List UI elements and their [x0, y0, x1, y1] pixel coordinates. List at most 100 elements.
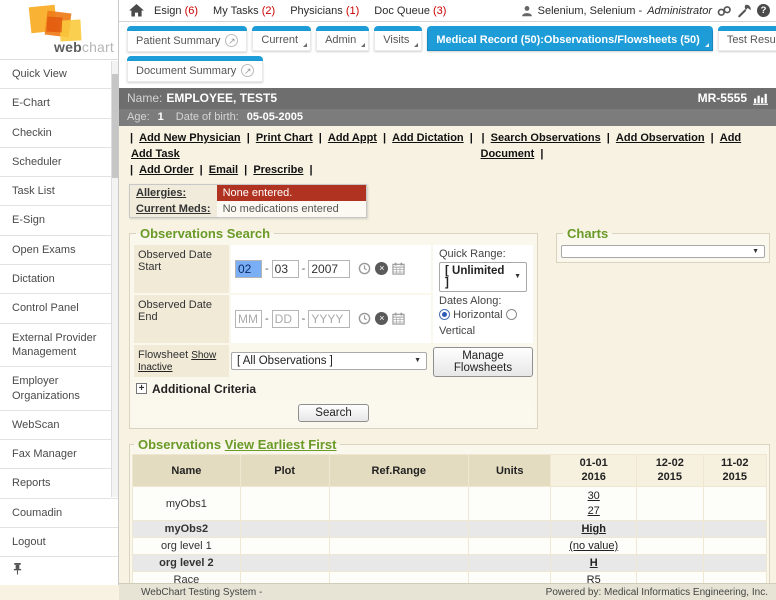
calendar-icon[interactable] [392, 312, 405, 325]
chart-graph-icon[interactable] [753, 92, 768, 105]
tab-test-results[interactable]: Test Results [718, 26, 776, 51]
allergies-link[interactable]: Allergies: [136, 187, 186, 199]
nav-item-esign[interactable]: Esign (6) [154, 5, 198, 17]
end-month-input[interactable] [235, 310, 262, 328]
clear-date-icon[interactable] [375, 262, 388, 275]
link-email[interactable]: Email [209, 164, 238, 176]
sidebar-item-task-list[interactable]: Task List [0, 177, 118, 206]
sidebar-pin-button[interactable] [0, 557, 118, 585]
clock-icon[interactable] [358, 262, 371, 275]
link-search-observations[interactable]: Search Observations [491, 132, 601, 144]
observed-date-start-inputs: - - [231, 245, 431, 293]
col-header-name: Name [133, 454, 241, 487]
sidebar-item-fax-manager[interactable]: Fax Manager [0, 440, 118, 469]
content-area: | Add New Physician | Print Chart | Add … [119, 126, 776, 583]
sidebar-item-open-exams[interactable]: Open Exams [0, 236, 118, 265]
tab-current[interactable]: Current [252, 26, 311, 51]
start-day-input[interactable] [272, 260, 299, 278]
link-add-appt[interactable]: Add Appt [328, 132, 377, 144]
calendar-icon[interactable] [392, 262, 405, 275]
sidebar-item-checkin[interactable]: Checkin [0, 119, 118, 148]
clock-icon[interactable] [358, 312, 371, 325]
sidebar-item-external-provider-management[interactable]: External Provider Management [0, 324, 118, 368]
obs-value-link[interactable]: R5 [587, 574, 601, 583]
sidebar-item-scheduler[interactable]: Scheduler [0, 148, 118, 177]
sidebar-item-reports[interactable]: Reports [0, 469, 118, 498]
additional-criteria-toggle[interactable]: Additional Criteria [134, 379, 533, 399]
obs-value-link[interactable]: High [581, 523, 605, 535]
view-earliest-first-link[interactable]: View Earliest First [225, 437, 337, 452]
observed-date-end-label: Observed Date End [134, 295, 229, 343]
start-year-input[interactable] [308, 260, 350, 278]
link-add-dictation[interactable]: Add Dictation [392, 132, 464, 144]
charts-select[interactable] [561, 245, 765, 258]
nav-item-doc-queue[interactable]: Doc Queue (3) [374, 5, 446, 17]
separator: | [383, 132, 386, 144]
link-chain-icon[interactable] [717, 4, 732, 18]
obs-value-link[interactable]: (no value) [569, 540, 618, 552]
nav-item-physicians[interactable]: Physicians (1) [290, 5, 359, 17]
separator: | [540, 148, 543, 160]
wrench-icon[interactable] [737, 4, 752, 18]
sidebar-item-control-panel[interactable]: Control Panel [0, 294, 118, 323]
table-row: org level 2 H [133, 554, 767, 571]
sidebar-item-dictation[interactable]: Dictation [0, 265, 118, 294]
tab-document-summary[interactable]: Document Summary [127, 56, 263, 82]
chevron-down-icon [506, 273, 521, 280]
link-add-task[interactable]: Add Task [131, 148, 180, 160]
top-nav: Esign (6) My Tasks (2) Physicians (1) Do… [119, 0, 776, 22]
help-icon[interactable] [757, 4, 770, 17]
tab-patient-summary[interactable]: Patient Summary [127, 26, 247, 52]
sidebar-item-e-chart[interactable]: E-Chart [0, 89, 118, 118]
sidebar-nav: Quick View E-Chart Checkin Scheduler Tas… [0, 60, 118, 585]
observations-results-panel: Observations View Earliest First Name Pl… [129, 437, 770, 583]
sidebar-item-coumadin[interactable]: Coumadin [0, 499, 118, 528]
sidebar-item-employer-organizations[interactable]: Employer Organizations [0, 367, 118, 411]
footer-right-text: Powered by: Medical Informatics Engineer… [546, 587, 768, 598]
tab-label: Current [261, 34, 298, 46]
link-add-observation[interactable]: Add Observation [616, 132, 705, 144]
current-meds-link[interactable]: Current Meds: [136, 203, 211, 215]
end-year-input[interactable] [308, 310, 350, 328]
user-name[interactable]: Selenium, Selenium - [538, 5, 643, 17]
tab-visits[interactable]: Visits [374, 26, 422, 51]
clear-date-icon[interactable] [375, 312, 388, 325]
search-button[interactable]: Search [298, 404, 368, 422]
sidebar-item-quick-view[interactable]: Quick View [0, 60, 118, 89]
link-print-chart[interactable]: Print Chart [256, 132, 313, 144]
start-month-input[interactable] [235, 260, 262, 278]
expand-plus-icon[interactable] [136, 383, 147, 394]
link-add-new-physician[interactable]: Add New Physician [139, 132, 240, 144]
link-add-order[interactable]: Add Order [139, 164, 193, 176]
date-bottom: 2015 [706, 471, 764, 485]
chevron-down-icon [744, 248, 759, 255]
quick-range-select[interactable]: [ Unlimited ] [439, 262, 527, 292]
obs-value-link[interactable]: 30 [553, 489, 634, 503]
link-prescribe[interactable]: Prescribe [253, 164, 303, 176]
tab-medical-record-observations[interactable]: Medical Record (50):Observations/Flowshe… [427, 26, 712, 51]
chart-links-row-1: | Add New Physician | Print Chart | Add … [129, 131, 770, 163]
sidebar-item-webscan[interactable]: WebScan [0, 411, 118, 440]
obs-value-link[interactable]: H [590, 557, 598, 569]
patient-subheader: Age: 1 Date of birth: 05-05-2005 [119, 109, 776, 126]
webchart-logo[interactable]: webchart [0, 0, 118, 60]
flowsheet-select[interactable]: [ All Observations ] [231, 352, 427, 370]
manage-flowsheets-button[interactable]: Manage Flowsheets [433, 347, 533, 377]
table-row: Race R5 [133, 571, 767, 583]
nav-item-my-tasks[interactable]: My Tasks (2) [213, 5, 275, 17]
sidebar-scrollbar[interactable] [111, 61, 118, 497]
home-icon[interactable] [129, 4, 144, 17]
obs-value-link[interactable]: 27 [553, 504, 634, 518]
end-day-input[interactable] [272, 310, 299, 328]
sidebar-scrollbar-thumb[interactable] [112, 74, 118, 178]
tab-admin[interactable]: Admin [316, 26, 369, 51]
observations-search-panel: Observations Search Observed Date Start … [129, 226, 538, 429]
dates-along-horizontal-radio[interactable] [439, 309, 450, 320]
sidebar-item-logout[interactable]: Logout [0, 528, 118, 557]
sidebar-item-e-sign[interactable]: E-Sign [0, 206, 118, 235]
dates-along-vertical-radio[interactable] [506, 309, 517, 320]
patient-dob-label: Date of birth: [176, 111, 239, 123]
popup-window-icon[interactable] [225, 34, 238, 47]
obs-name: org level 1 [133, 537, 241, 554]
popup-window-icon[interactable] [241, 64, 254, 77]
